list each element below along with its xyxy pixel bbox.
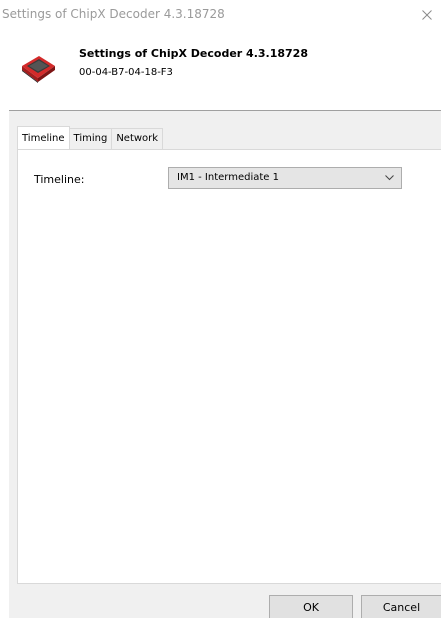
close-icon — [422, 10, 432, 20]
dialog-body: Timeline Timing Network Timeline: IM1 - … — [9, 111, 441, 618]
tab-timeline[interactable]: Timeline — [17, 126, 70, 149]
cancel-button[interactable]: Cancel — [361, 595, 441, 618]
header-title: Settings of ChipX Decoder 4.3.18728 — [79, 47, 308, 60]
chevron-down-icon — [385, 175, 394, 181]
tab-timing[interactable]: Timing — [68, 128, 113, 149]
ok-button[interactable]: OK — [269, 595, 353, 618]
decoder-device-icon — [22, 56, 55, 83]
timeline-select-value: IM1 - Intermediate 1 — [177, 172, 279, 183]
timeline-label: Timeline: — [34, 173, 85, 186]
timeline-tab-panel: Timeline: IM1 - Intermediate 1 — [17, 149, 441, 584]
close-button[interactable] — [413, 2, 441, 28]
settings-window: Settings of ChipX Decoder 4.3.18728 Sett… — [0, 0, 441, 618]
window-title: Settings of ChipX Decoder 4.3.18728 — [2, 7, 225, 21]
tab-strip: Timeline Timing Network — [17, 126, 164, 149]
dialog-header: Settings of ChipX Decoder 4.3.18728 00-0… — [9, 30, 441, 111]
title-bar[interactable]: Settings of ChipX Decoder 4.3.18728 — [0, 0, 441, 30]
device-mac-address: 00-04-B7-04-18-F3 — [79, 67, 173, 78]
timeline-select[interactable]: IM1 - Intermediate 1 — [168, 167, 402, 189]
tab-network[interactable]: Network — [111, 128, 164, 149]
